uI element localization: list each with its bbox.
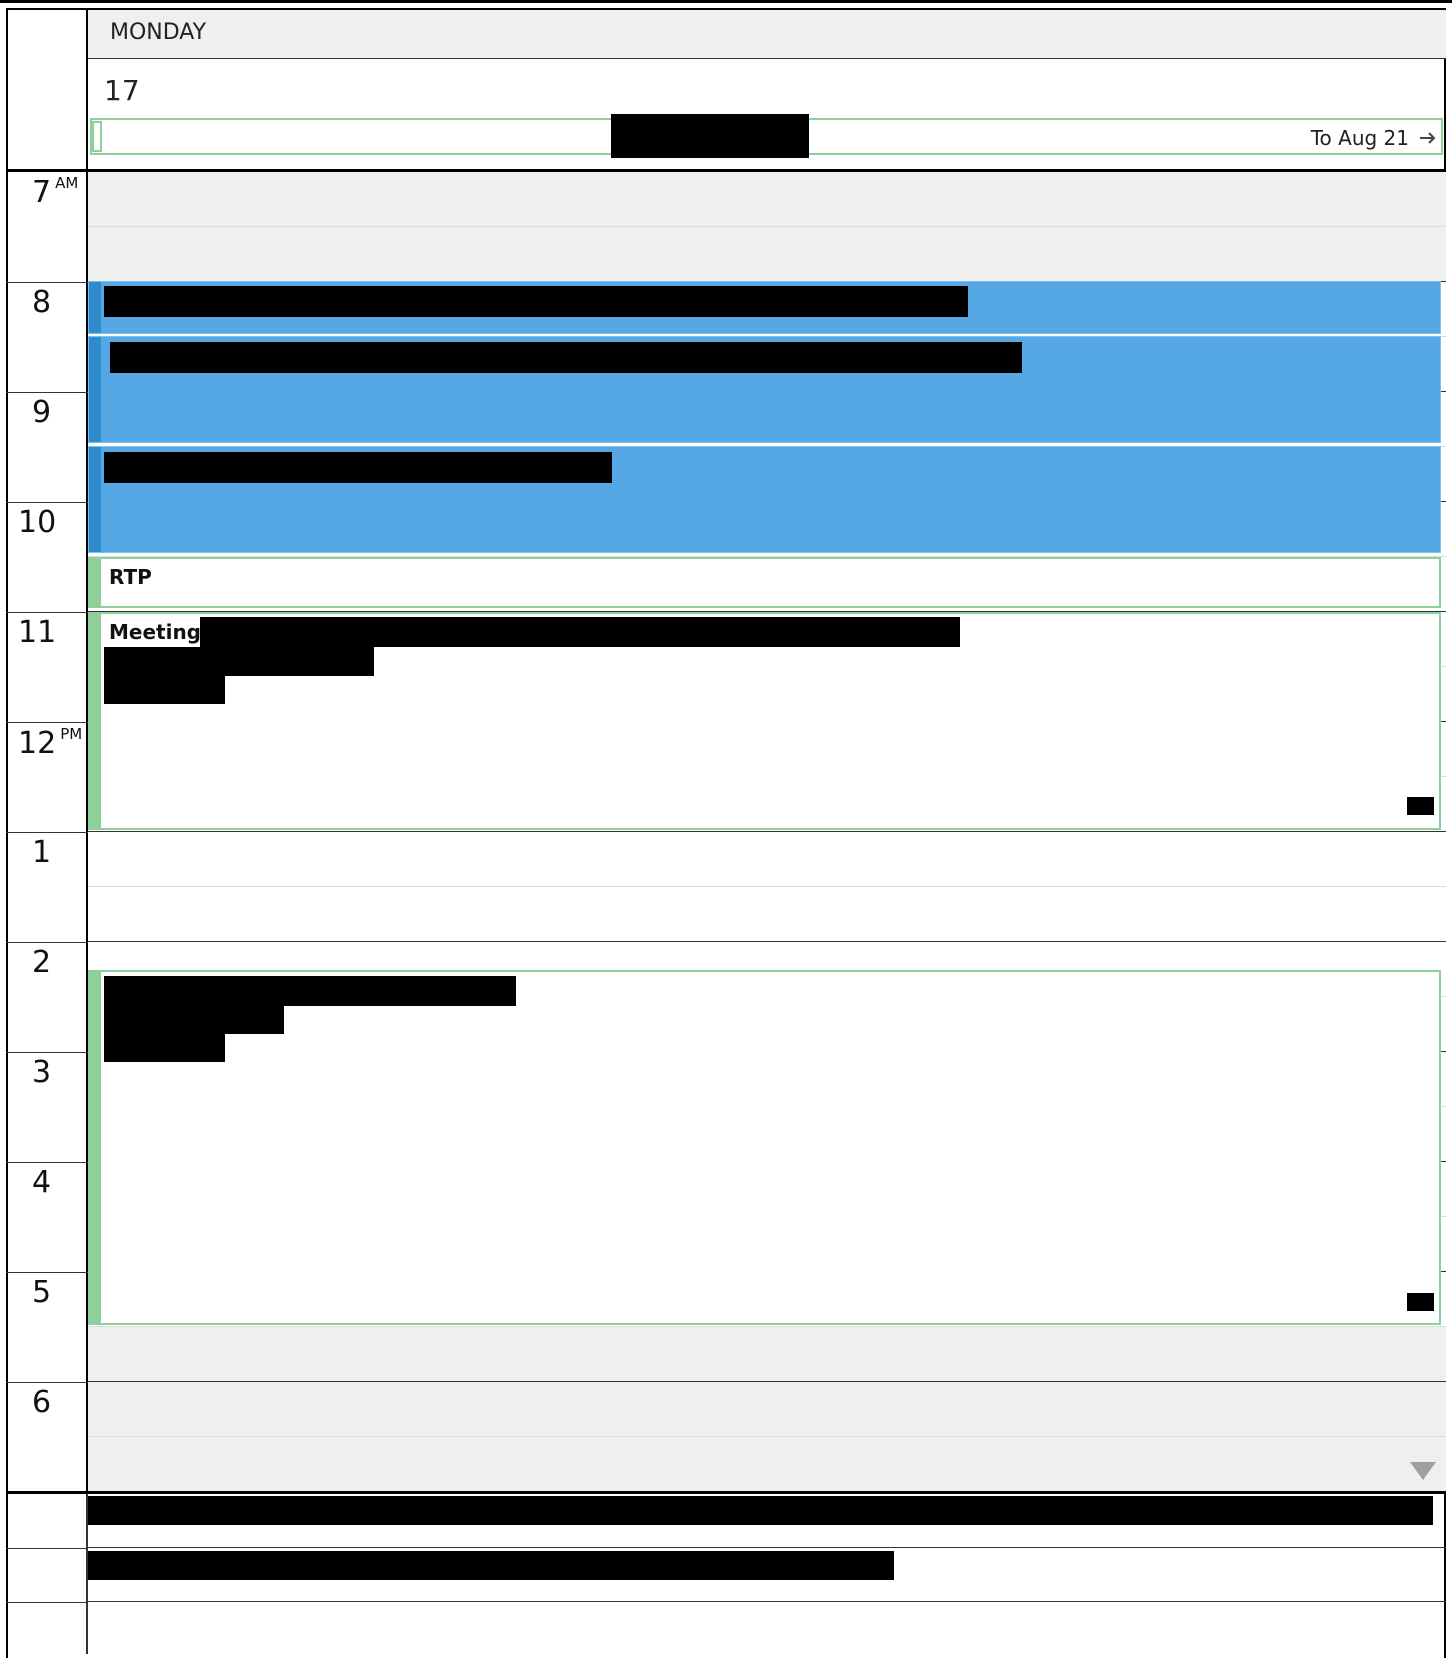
event-rtp[interactable] [88,557,1441,608]
hour-label-7: 7 AM [32,174,79,210]
day-number[interactable]: 17 [104,74,140,107]
task-title-redacted [88,1496,1433,1525]
hour-label-9: 9 [32,395,52,430]
event-meeting-label: Meeting: [109,620,209,644]
event-location-redacted [104,1034,225,1062]
hour-divider [6,1162,88,1163]
all-day-event-continues[interactable]: To Aug 21 [1311,126,1437,150]
all-day-event-title-redacted [611,114,809,158]
hour-label-4: 4 [32,1165,52,1200]
time-slot[interactable] [88,832,1446,887]
hour-divider [6,1272,88,1273]
hour-divider [6,502,88,503]
recurrence-icon [1407,1293,1434,1311]
event-title-redacted [110,342,1022,373]
arrow-right-icon [1420,132,1436,144]
hour-label-3: 3 [32,1055,52,1090]
hour-label-8: 8 [32,285,52,320]
time-slot[interactable] [88,172,1446,227]
hour-label-6: 6 [32,1385,52,1420]
hour-label-10: 10 [18,505,57,540]
tasks-row-divider [6,1602,88,1603]
task-title-redacted [88,1551,894,1580]
tasks-row-divider [6,1548,88,1549]
day-header-bar[interactable] [88,10,1446,59]
hour-divider [6,612,88,613]
event-meeting-title-redacted [200,617,960,647]
hour-divider [6,722,88,723]
event-title-redacted [104,452,612,483]
time-slot[interactable] [88,887,1446,942]
time-slot[interactable] [88,227,1446,282]
event-title-redacted [104,286,968,317]
hour-divider [6,832,88,833]
recurrence-icon [1407,797,1434,815]
hour-label-12: 12 PM [18,725,83,761]
event-color-bar [89,447,101,552]
event-detail-redacted [104,1005,284,1034]
day-name[interactable]: MONDAY [110,20,206,45]
event-title-redacted [104,976,516,1006]
task-row[interactable] [88,1602,1446,1656]
event-color-bar [88,557,101,608]
continues-label: To Aug 21 [1310,126,1409,150]
top-border [0,0,1452,3]
hour-label-2: 2 [32,945,52,980]
hour-label-1: 1 [32,835,52,870]
hour-divider [6,282,88,283]
all-day-event-start-marker [92,121,102,152]
time-slot[interactable] [88,1437,1446,1492]
event-meeting-location-redacted [104,676,225,704]
hour-divider [6,392,88,393]
hour-label-11: 11 [18,615,57,650]
event-meeting-detail-redacted [104,647,374,676]
time-slot[interactable] [88,1382,1446,1437]
event-rtp-label: RTP [109,565,152,589]
time-slot[interactable] [88,1327,1446,1382]
hour-divider [6,942,88,943]
event-color-bar [88,612,101,830]
hour-divider [6,1382,88,1383]
event-color-bar [89,337,101,442]
hour-label-5: 5 [32,1275,52,1310]
event-color-bar [88,970,101,1325]
scroll-down-icon[interactable] [1410,1462,1436,1480]
event-color-bar [89,282,101,333]
event-block-afternoon[interactable] [88,970,1441,1325]
hour-divider [6,1052,88,1053]
